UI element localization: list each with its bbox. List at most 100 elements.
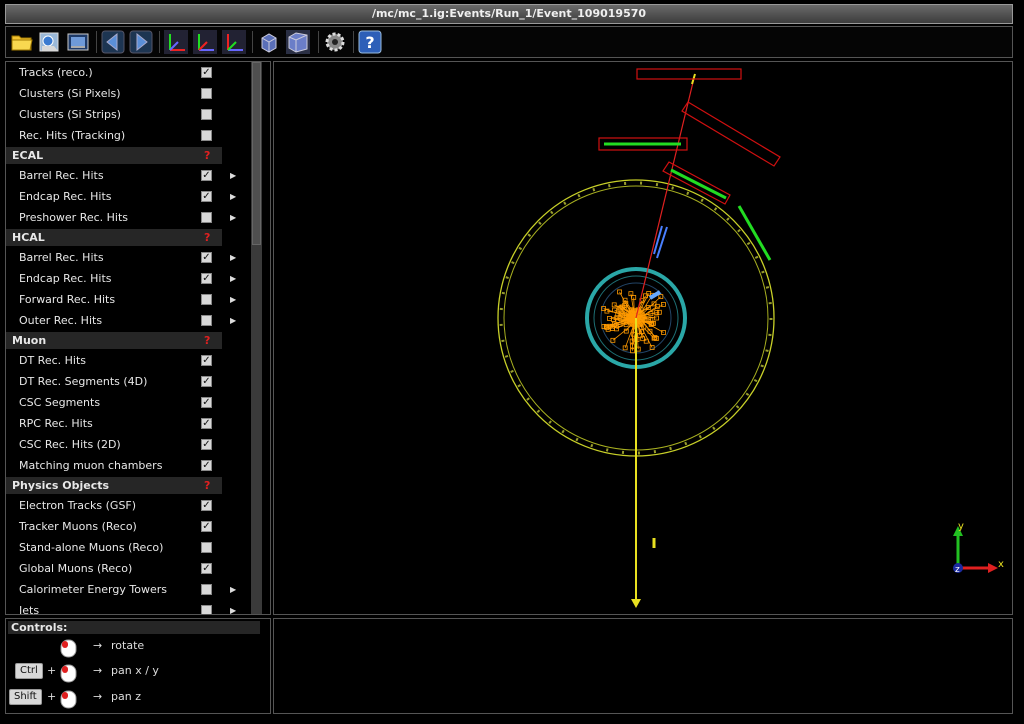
expand-arrow-icon[interactable]: ▶ <box>230 579 236 600</box>
visibility-checkbox[interactable]: ✓ <box>201 67 212 78</box>
expand-arrow-icon[interactable]: ▶ <box>230 310 236 331</box>
collection-item[interactable]: Tracker Muons (Reco) ✓ <box>6 516 253 537</box>
network-folder-icon <box>39 32 59 52</box>
control-arrow: → <box>93 639 103 652</box>
open-file-button[interactable] <box>10 30 34 54</box>
collection-item[interactable]: Barrel Rec. Hits ✓ ▶ <box>6 165 253 186</box>
visibility-checkbox[interactable]: ✓ <box>201 397 212 408</box>
collection-item[interactable]: Tracks (reco.) ✓ <box>6 62 253 83</box>
visibility-checkbox[interactable] <box>201 109 212 120</box>
mouse-icon <box>60 636 77 658</box>
visibility-checkbox[interactable] <box>201 88 212 99</box>
collection-label: Endcap Rec. Hits <box>19 272 112 285</box>
visibility-checkbox[interactable]: ✓ <box>201 418 212 429</box>
collection-item[interactable]: Clusters (Si Strips) <box>6 104 253 125</box>
visibility-checkbox[interactable] <box>201 130 212 141</box>
orthographic-button[interactable] <box>257 30 281 54</box>
expand-arrow-icon[interactable]: ▶ <box>230 247 236 268</box>
collection-item[interactable]: Endcap Rec. Hits ✓ ▶ <box>6 186 253 207</box>
expand-arrow-icon[interactable]: ▶ <box>230 165 236 186</box>
visibility-checkbox[interactable]: ✓ <box>201 376 212 387</box>
visibility-checkbox[interactable]: ✓ <box>201 170 212 181</box>
collection-item[interactable]: Barrel Rec. Hits ✓ ▶ <box>6 247 253 268</box>
visibility-checkbox[interactable]: ✓ <box>201 460 212 471</box>
previous-event-button[interactable] <box>101 30 125 54</box>
event-display-3d-view[interactable]: y x z <box>273 61 1013 615</box>
expand-arrow-icon[interactable]: ▶ <box>230 268 236 289</box>
expand-arrow-icon[interactable]: ▶ <box>230 600 236 614</box>
collection-item[interactable]: DT Rec. Segments (4D) ✓ <box>6 371 253 392</box>
visibility-checkbox[interactable]: ✓ <box>201 191 212 202</box>
event-display-canvas[interactable]: y x z <box>274 62 1012 614</box>
collection-item[interactable]: Stand-alone Muons (Reco) <box>6 537 253 558</box>
collection-label: Preshower Rec. Hits <box>19 211 129 224</box>
view-xz-button[interactable] <box>222 30 246 54</box>
collection-item[interactable]: Global Muons (Reco) ✓ <box>6 558 253 579</box>
visibility-checkbox[interactable]: ✓ <box>201 273 212 284</box>
collection-item[interactable]: RPC Rec. Hits ✓ <box>6 413 253 434</box>
collection-item[interactable]: DT Rec. Hits ✓ <box>6 350 253 371</box>
settings-button[interactable] <box>323 30 347 54</box>
collection-item[interactable]: Outer Rec. Hits ▶ <box>6 310 253 331</box>
visibility-checkbox[interactable] <box>201 605 212 614</box>
controls-panel: Controls: → rotate Ctrl + → pan x / y Sh… <box>5 618 271 714</box>
scrollbar[interactable] <box>251 62 262 614</box>
collection-item[interactable]: CSC Segments ✓ <box>6 392 253 413</box>
info-panel <box>273 618 1013 714</box>
collection-label: Clusters (Si Pixels) <box>19 87 121 100</box>
section-header: Physics Objects? <box>6 477 222 494</box>
collection-item[interactable]: CSC Rec. Hits (2D) ✓ <box>6 434 253 455</box>
axes-xy-icon <box>164 30 188 54</box>
expand-arrow-icon[interactable]: ▶ <box>230 207 236 228</box>
hit-marker <box>661 330 666 335</box>
visibility-checkbox[interactable]: ✓ <box>201 563 212 574</box>
collection-label: Barrel Rec. Hits <box>19 251 104 264</box>
view-yz-button[interactable] <box>193 30 217 54</box>
visibility-checkbox[interactable]: ✓ <box>201 355 212 366</box>
section-help-icon[interactable]: ? <box>204 147 210 164</box>
visibility-checkbox[interactable]: ✓ <box>201 500 212 511</box>
perspective-button[interactable] <box>286 30 310 54</box>
control-action-label: rotate <box>111 639 145 652</box>
visibility-checkbox[interactable] <box>201 212 212 223</box>
visibility-checkbox[interactable]: ✓ <box>201 521 212 532</box>
collection-label: Global Muons (Reco) <box>19 562 133 575</box>
visibility-checkbox[interactable] <box>201 584 212 595</box>
collection-item[interactable]: Matching muon chambers ✓ <box>6 455 253 476</box>
arrow-left-icon <box>101 30 125 54</box>
toolbar-separator <box>252 31 253 53</box>
collection-item[interactable]: Electron Tracks (GSF) ✓ <box>6 495 253 516</box>
visibility-checkbox[interactable]: ✓ <box>201 439 212 450</box>
collection-label: Tracks (reco.) <box>19 66 93 79</box>
section-title: ECAL <box>12 149 44 162</box>
visibility-checkbox[interactable] <box>201 294 212 305</box>
collection-item[interactable]: Endcap Rec. Hits ✓ ▶ <box>6 268 253 289</box>
visibility-checkbox[interactable] <box>201 542 212 553</box>
section-help-icon[interactable]: ? <box>204 229 210 246</box>
section-help-icon[interactable]: ? <box>204 332 210 349</box>
next-event-button[interactable] <box>129 30 153 54</box>
collection-item[interactable]: Jets ▶ <box>6 600 253 614</box>
visibility-checkbox[interactable] <box>201 315 212 326</box>
expand-arrow-icon[interactable]: ▶ <box>230 289 236 310</box>
folder-icon <box>11 35 33 51</box>
help-button[interactable]: ? <box>358 30 382 54</box>
screenshot-button[interactable] <box>66 30 90 54</box>
toolbar: ? <box>5 26 1013 58</box>
muon-segments <box>604 142 772 261</box>
view-xy-button[interactable] <box>164 30 188 54</box>
section-help-icon[interactable]: ? <box>204 477 210 494</box>
expand-arrow-icon[interactable]: ▶ <box>230 186 236 207</box>
collection-item[interactable]: Preshower Rec. Hits ▶ <box>6 207 253 228</box>
visibility-checkbox[interactable]: ✓ <box>201 252 212 263</box>
collection-item[interactable]: Forward Rec. Hits ▶ <box>6 289 253 310</box>
hit-marker <box>622 345 628 351</box>
collection-item[interactable]: Clusters (Si Pixels) <box>6 83 253 104</box>
collection-item[interactable]: Rec. Hits (Tracking) <box>6 125 253 146</box>
open-url-button[interactable] <box>38 30 62 54</box>
shift-key: Shift <box>9 689 42 705</box>
scrollbar-thumb[interactable] <box>252 62 261 245</box>
control-arrow: → <box>93 690 103 703</box>
collection-item[interactable]: Calorimeter Energy Towers ▶ <box>6 579 253 600</box>
axis-z-label: z <box>955 565 960 575</box>
